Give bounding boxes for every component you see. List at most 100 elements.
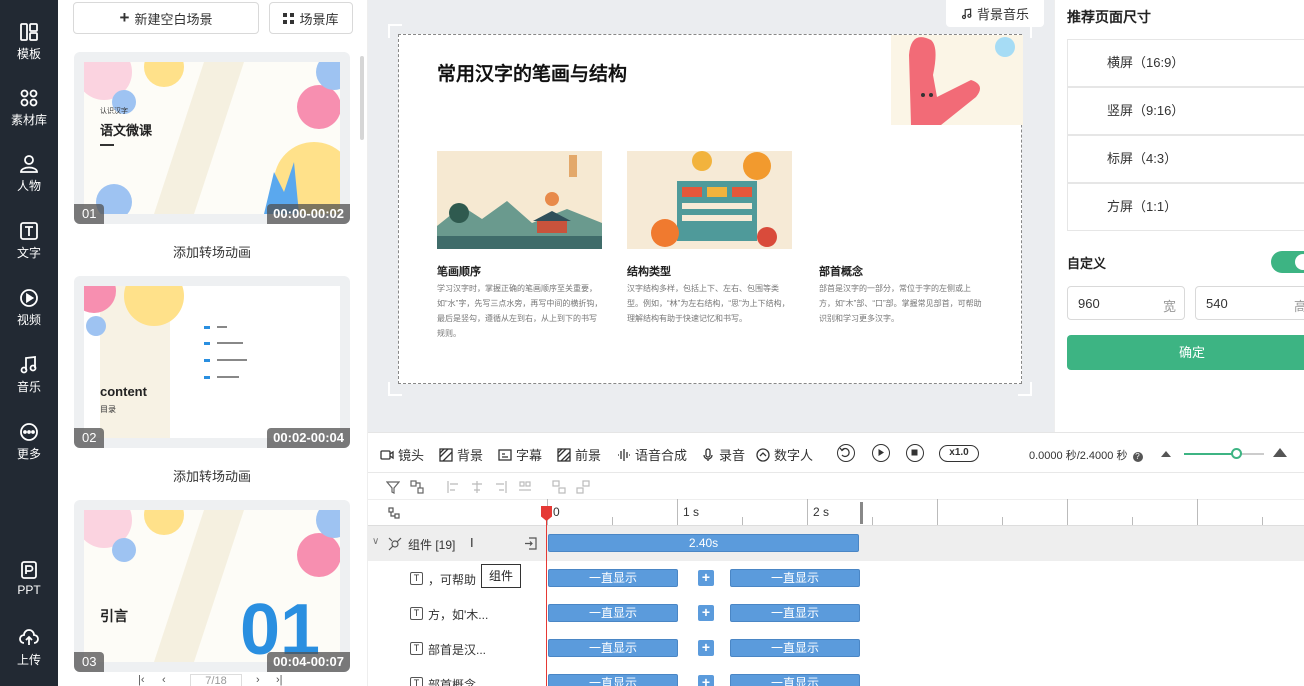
distribute-icon[interactable] — [518, 480, 532, 494]
align-right-icon[interactable] — [494, 480, 508, 494]
first-page-icon[interactable]: |‹ — [138, 674, 145, 686]
add-animation-button[interactable]: + — [698, 640, 714, 656]
scene-scrollbar[interactable] — [360, 56, 364, 140]
tab-background[interactable]: 背景 — [439, 445, 483, 464]
scene-preview: content 目录 — [84, 286, 340, 438]
rail-item-more[interactable]: 更多 — [0, 414, 58, 472]
show-always-bar[interactable]: 一直显示 — [548, 674, 678, 686]
rail-label: 素材库 — [10, 113, 47, 127]
track-row-2[interactable]: T 方，如'木... 一直显示 + 一直显示 — [368, 596, 1304, 631]
tab-foreground[interactable]: 前景 — [557, 445, 601, 464]
rail-item-upload[interactable]: 上传 — [0, 620, 58, 678]
show-always-bar[interactable]: 一直显示 — [548, 639, 678, 657]
playhead-line[interactable] — [546, 506, 547, 686]
tab-record[interactable]: 录音 — [701, 445, 745, 464]
column-text-structure[interactable]: 汉字结构多样，包括上下、左右、包围等类型。例如，“林”为左右结构，“思”为上下结… — [627, 281, 793, 326]
exit-group-icon[interactable] — [524, 537, 537, 550]
tab-camera[interactable]: 镜头 — [380, 445, 424, 464]
filter-icon[interactable] — [386, 480, 400, 494]
replay-button[interactable] — [837, 444, 855, 462]
column-heading-structure[interactable]: 结构类型 — [627, 263, 671, 279]
height-input[interactable]: 540 高 — [1195, 286, 1304, 320]
fruit-shelf-image[interactable] — [627, 151, 792, 249]
stop-button[interactable] — [906, 444, 924, 462]
tab-subtitle[interactable]: 字幕 — [498, 445, 542, 464]
rail-item-material[interactable]: 素材库 — [0, 80, 58, 138]
page-indicator[interactable]: 7/18 — [190, 674, 242, 686]
show-always-bar[interactable]: 一直显示 — [548, 604, 678, 622]
help-icon[interactable]: ? — [1132, 452, 1143, 462]
track-row-4[interactable]: T 部首概念 一直显示 + 一直显示 — [368, 666, 1304, 686]
ratio-option-9-16[interactable]: 竖屏（9:16） — [1067, 87, 1304, 135]
slide-canvas[interactable]: 常用汉字的笔画与结构 笔画顺序 学习汉字时，掌握正确的笔画顺序至关重要，如“水”… — [398, 34, 1023, 384]
ruler-tick — [1067, 499, 1068, 525]
rail-item-music[interactable]: 音乐 — [0, 347, 58, 405]
ratio-option-4-3[interactable]: 标屏（4:3） — [1067, 135, 1304, 183]
track-group-row[interactable]: ∨ 组件 [19] I 2.40s — [368, 526, 1304, 561]
background-music-button[interactable]: 背景音乐 — [946, 0, 1044, 27]
stack-up-icon[interactable] — [552, 480, 566, 494]
align-center-icon[interactable] — [470, 480, 484, 494]
template-icon — [20, 23, 38, 41]
rail-label: 音乐 — [16, 380, 41, 394]
new-blank-scene-button[interactable]: + 新建空白场景 — [73, 2, 259, 34]
scene-thumbnail-1[interactable]: 认识汉字 语文微课 01 00:00-00:02 — [74, 52, 350, 224]
group-duration-bar[interactable]: 2.40s — [548, 534, 859, 552]
zoom-slider-handle[interactable] — [1231, 448, 1242, 459]
next-page-icon[interactable]: › — [256, 674, 260, 686]
ruler-tick — [677, 499, 678, 525]
add-transition-link-1[interactable]: 添加转场动画 — [74, 242, 350, 261]
rail-item-video[interactable]: 视频 — [0, 280, 58, 338]
add-transition-link-2[interactable]: 添加转场动画 — [74, 466, 350, 485]
add-animation-button[interactable]: + — [698, 570, 714, 586]
digital-human-icon — [756, 447, 770, 462]
tab-digital-human[interactable]: 数字人 — [756, 445, 813, 464]
slide-title[interactable]: 常用汉字的笔画与结构 — [437, 59, 627, 86]
play-button[interactable] — [872, 444, 890, 462]
rail-item-template[interactable]: 模板 — [0, 14, 58, 72]
ratio-option-16-9[interactable]: 横屏（16:9） — [1067, 39, 1304, 87]
scene-library-button[interactable]: 场景库 — [269, 2, 353, 34]
end-marker[interactable] — [860, 502, 863, 524]
ruler-label-1: 1 s — [683, 505, 700, 519]
rail-item-text[interactable]: 文字 — [0, 213, 58, 271]
scene-thumbnail-2[interactable]: content 目录 02 00:02-00:04 — [74, 276, 350, 448]
prev-page-icon[interactable]: ‹ — [162, 674, 166, 686]
stack-down-icon[interactable] — [576, 480, 590, 494]
last-page-icon[interactable]: ›| — [276, 674, 283, 686]
group-icon[interactable] — [410, 480, 424, 494]
confirm-button[interactable]: 确定 — [1067, 335, 1304, 370]
ruler-label-2: 2 s — [813, 505, 830, 519]
rail-item-ppt[interactable]: PPT — [0, 552, 58, 610]
scene-preview: 认识汉字 语文微课 — [84, 62, 340, 214]
scene-illustration — [84, 286, 340, 438]
column-heading-stroke-order[interactable]: 笔画顺序 — [437, 263, 481, 279]
align-left-icon[interactable] — [446, 480, 460, 494]
tab-tts[interactable]: 语音合成 — [617, 445, 687, 464]
scene-thumbnail-3[interactable]: 引言 01 03 00:04-00:07 — [74, 500, 350, 672]
track-row-3[interactable]: T 部首是汉... 一直显示 + 一直显示 — [368, 631, 1304, 666]
ratio-option-1-1[interactable]: 方屏（1:1） — [1067, 183, 1304, 231]
show-always-bar[interactable]: 一直显示 — [730, 569, 860, 587]
custom-size-toggle[interactable] — [1271, 251, 1304, 273]
landscape-image[interactable] — [437, 151, 602, 249]
rail-item-person[interactable]: 人物 — [0, 146, 58, 204]
show-always-bar[interactable]: 一直显示 — [548, 569, 678, 587]
speed-button[interactable]: x1.0 — [939, 445, 979, 462]
column-text-stroke-order[interactable]: 学习汉字时，掌握正确的笔画顺序至关重要，如“水”字，先写三点水旁，再写中间的横折… — [437, 281, 603, 341]
width-input[interactable]: 960 宽 — [1067, 286, 1185, 320]
time-readout: 0.0000 秒/2.4000 秒 ? — [1029, 447, 1143, 463]
collapse-chevron-icon[interactable]: ∨ — [372, 536, 379, 547]
zoom-in-icon[interactable] — [1273, 446, 1287, 457]
column-heading-radical[interactable]: 部首概念 — [819, 263, 863, 279]
timeline-ruler[interactable]: 0 1 s 2 s — [368, 499, 1304, 526]
show-always-bar[interactable]: 一直显示 — [730, 604, 860, 622]
camera-icon — [380, 449, 394, 460]
show-always-bar[interactable]: 一直显示 — [730, 674, 860, 686]
zoom-out-icon[interactable] — [1161, 449, 1171, 457]
layers-icon[interactable] — [388, 507, 400, 519]
column-text-radical[interactable]: 部首是汉字的一部分，常位于字的左侧或上方，如“木”部、“口”部。掌握常见部首，可… — [819, 281, 985, 326]
add-animation-button[interactable]: + — [698, 675, 714, 686]
add-animation-button[interactable]: + — [698, 605, 714, 621]
show-always-bar[interactable]: 一直显示 — [730, 639, 860, 657]
